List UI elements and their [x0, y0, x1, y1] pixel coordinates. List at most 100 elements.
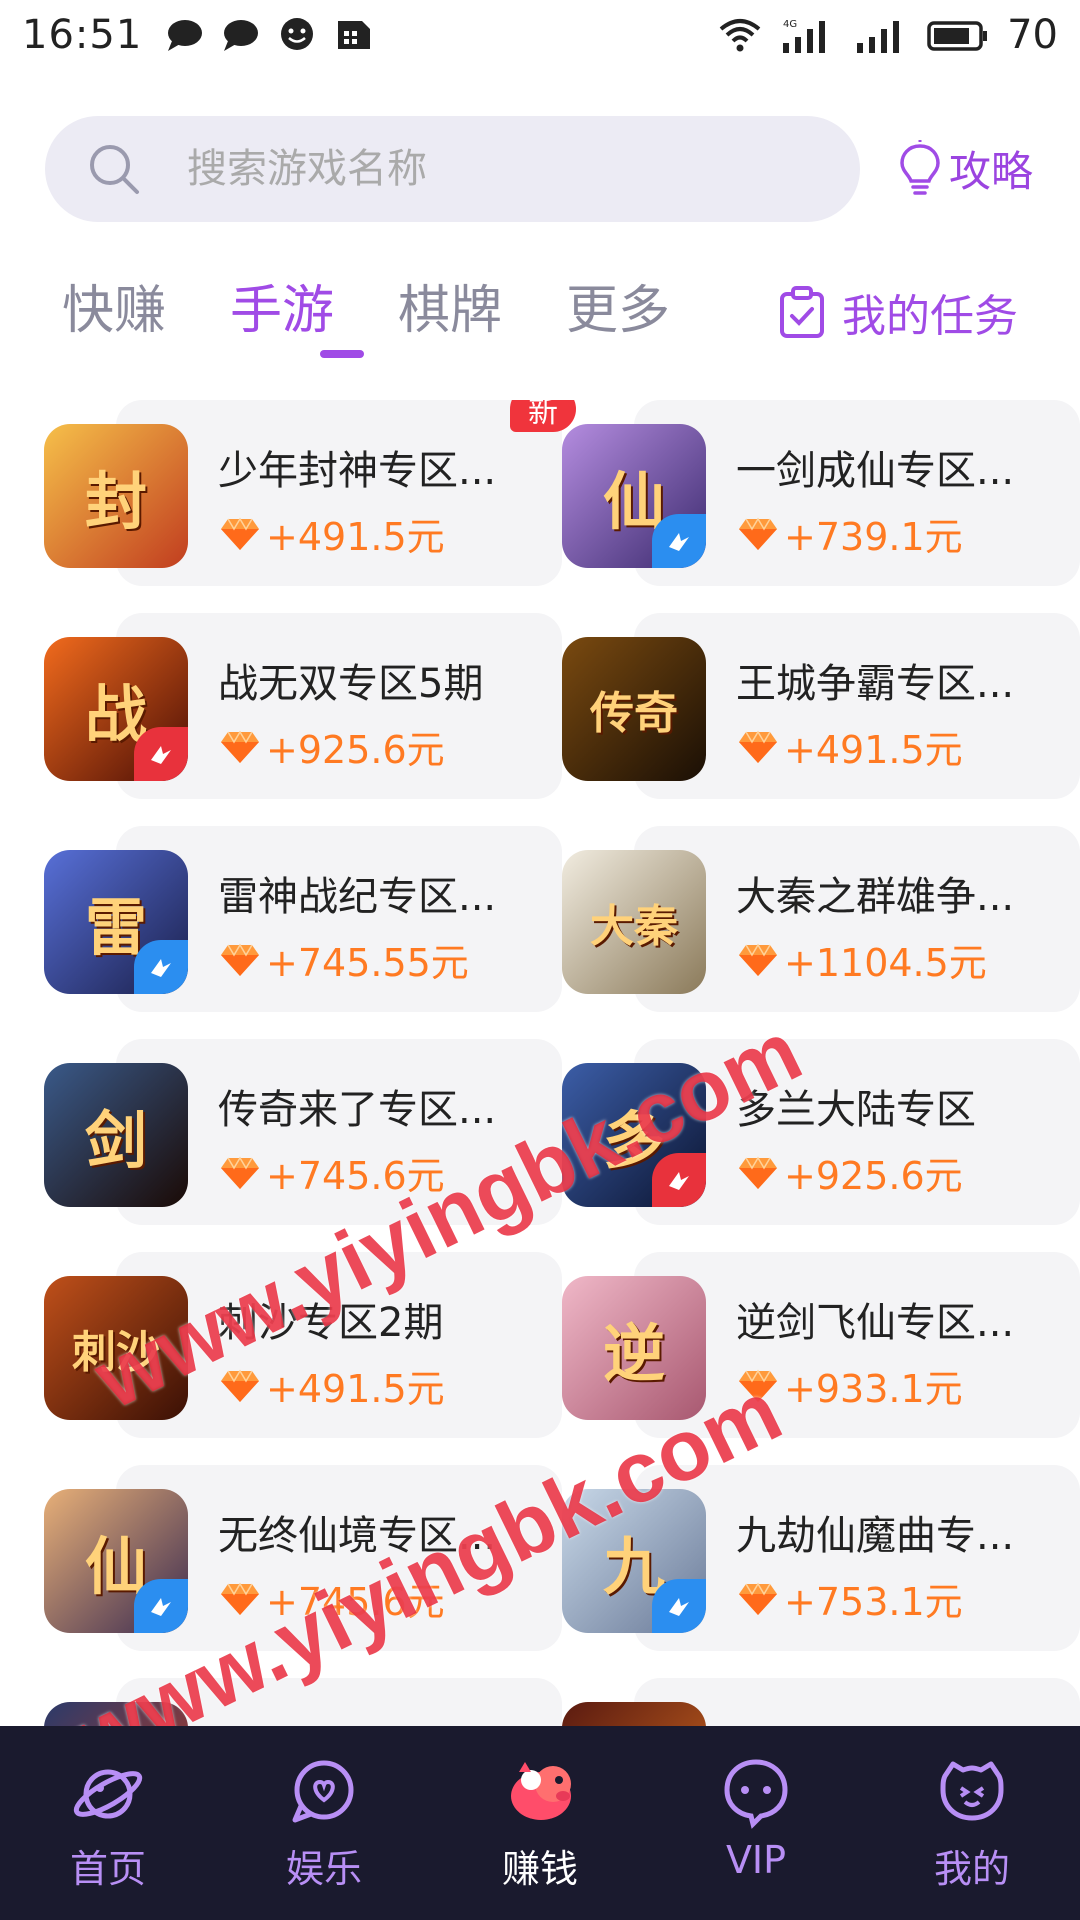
game-name: 大秦之群雄争... — [736, 874, 1015, 920]
diamond-icon — [739, 1582, 777, 1615]
game-icon-glyph: 封 — [84, 465, 147, 538]
game-reward: +925.6元 — [220, 719, 445, 774]
game-card[interactable]: 传奇 王城争霸专区... +491.5元 — [562, 613, 1080, 803]
search-row: 攻略 — [45, 116, 1045, 222]
game-reward: +745.6元 — [220, 1145, 445, 1200]
planet-icon — [73, 1769, 143, 1819]
game-icon: 仙 — [44, 1489, 188, 1633]
game-reward-amount: +739.1元 — [784, 515, 963, 559]
bird-badge-icon — [652, 1579, 706, 1633]
chat-bubble-icon — [224, 20, 259, 51]
game-card[interactable] — [44, 1678, 564, 1730]
game-name: 战无双专区5期 — [218, 661, 484, 707]
game-icon: 多 — [562, 1063, 706, 1207]
game-card[interactable]: 刺沙 刺沙专区2期 +491.5元 — [44, 1252, 564, 1442]
game-icon-glyph: 大秦 — [590, 901, 678, 952]
guide-link[interactable]: 攻略 — [897, 138, 1033, 199]
game-icon-glyph: 逆 — [602, 1317, 665, 1390]
search-icon — [90, 145, 139, 194]
game-name: 逆剑飞仙专区... — [736, 1300, 1015, 1346]
status-bar: 16:51 4G 70 — [0, 0, 1080, 70]
game-card[interactable]: 封少年封神专区... +491.5元新 — [44, 400, 576, 590]
game-name: 多兰大陆专区 — [736, 1087, 976, 1133]
diamond-icon — [221, 517, 259, 550]
game-reward-amount: +745.55元 — [266, 941, 469, 985]
game-reward: +1104.5元 — [738, 932, 987, 987]
sim-card-icon — [338, 21, 371, 49]
game-icon: 剑 — [44, 1063, 188, 1207]
nav-vip-label: VIP — [725, 1838, 787, 1882]
nav-mine-label: 我的 — [933, 1847, 1010, 1891]
search-box[interactable] — [45, 116, 860, 222]
heart-chat-icon — [292, 1760, 354, 1823]
game-card[interactable]: 雷雷神战纪专区... +745.55元 — [44, 826, 564, 1016]
search-input[interactable] — [187, 146, 787, 192]
game-card[interactable]: 九九劫仙魔曲专... +753.1元 — [562, 1465, 1080, 1655]
game-reward-amount: +745.6元 — [266, 1580, 445, 1624]
game-card[interactable]: 战战无双专区5期 +925.6元 — [44, 613, 564, 803]
tab-more[interactable]: 更多 — [566, 268, 670, 343]
bird-badge-icon — [134, 1579, 188, 1633]
game-name: 雷神战纪专区... — [218, 874, 497, 920]
diamond-icon — [739, 943, 777, 976]
game-icon: 逆 — [562, 1276, 706, 1420]
game-reward: +753.1元 — [738, 1571, 963, 1626]
game-card[interactable]: 仙一剑成仙专区... +739.1元 — [562, 400, 1080, 590]
game-card[interactable]: 剑 传奇来了专区... +745.6元 — [44, 1039, 564, 1229]
game-card[interactable]: 仙无终仙境专区... +745.6元 — [44, 1465, 564, 1655]
diamond-icon — [739, 730, 777, 763]
my-tasks-button[interactable]: 我的任务 — [778, 280, 1018, 344]
game-reward: +933.1元 — [738, 1358, 963, 1413]
game-icon: 战 — [44, 637, 188, 781]
nav-home[interactable]: 首页 — [0, 1726, 216, 1920]
game-reward: +491.5元 — [738, 719, 963, 774]
nav-entertainment[interactable]: 娱乐 — [216, 1726, 432, 1920]
game-reward-amount: +491.5元 — [784, 728, 963, 772]
my-tasks-label: 我的任务 — [842, 291, 1018, 342]
tab-quick-earn[interactable]: 快赚 — [62, 268, 166, 343]
nav-home-label: 首页 — [69, 1847, 146, 1891]
svg-text:4G: 4G — [783, 19, 797, 30]
game-card[interactable] — [562, 1678, 1080, 1730]
game-reward-amount: +933.1元 — [784, 1367, 963, 1411]
bird-badge-icon — [652, 514, 706, 568]
game-reward-amount: +1104.5元 — [784, 941, 987, 985]
vip-chat-icon — [724, 1759, 788, 1829]
piggy-bank-icon — [511, 1762, 571, 1820]
smile-chat-icon — [281, 18, 314, 50]
game-card[interactable]: 逆 逆剑飞仙专区... +933.1元 — [562, 1252, 1080, 1442]
game-name: 王城争霸专区... — [736, 661, 1015, 707]
nav-earn[interactable]: 赚钱 — [432, 1726, 648, 1920]
game-icon-glyph: 传奇 — [590, 688, 678, 739]
smile-face-icon — [940, 1761, 1004, 1821]
game-reward-amount: +491.5元 — [266, 515, 445, 559]
notification-icons — [164, 17, 374, 53]
tiger-badge-icon — [652, 1153, 706, 1207]
game-icon: 大秦 — [562, 850, 706, 994]
diamond-icon — [739, 1369, 777, 1402]
tiger-badge-icon — [134, 727, 188, 781]
nav-entertainment-label: 娱乐 — [285, 1847, 362, 1891]
game-reward-amount: +745.6元 — [266, 1154, 445, 1198]
nav-earn-label: 赚钱 — [501, 1847, 578, 1891]
game-name: 九劫仙魔曲专... — [736, 1513, 1015, 1559]
game-card[interactable]: 多多兰大陆专区 +925.6元 — [562, 1039, 1080, 1229]
game-reward-amount: +925.6元 — [266, 728, 445, 772]
game-icon: 九 — [562, 1489, 706, 1633]
game-icon: 传奇 — [562, 637, 706, 781]
game-icon-glyph: 剑 — [84, 1104, 147, 1177]
nav-mine[interactable]: 我的 — [864, 1726, 1080, 1920]
nav-vip[interactable]: VIP — [648, 1726, 864, 1920]
game-reward-amount: +753.1元 — [784, 1580, 963, 1624]
game-card[interactable]: 大秦 大秦之群雄争... +1104.5元 — [562, 826, 1080, 1016]
diamond-icon — [221, 1369, 259, 1402]
game-reward-amount: +925.6元 — [784, 1154, 963, 1198]
tab-board-games[interactable]: 棋牌 — [398, 268, 502, 343]
bird-badge-icon — [134, 940, 188, 994]
tab-mobile-games[interactable]: 手游 — [230, 268, 334, 343]
game-grid: 封少年封神专区... +491.5元新仙一剑成仙专区... +739.1元战战无双专… — [0, 400, 1080, 1730]
signal-icon — [857, 21, 900, 53]
bottom-nav: 首页 娱乐 赚钱 VIP 我的 — [0, 1726, 1080, 1920]
game-icon: 刺沙 — [44, 1276, 188, 1420]
status-right: 4G 70 — [719, 12, 1058, 58]
